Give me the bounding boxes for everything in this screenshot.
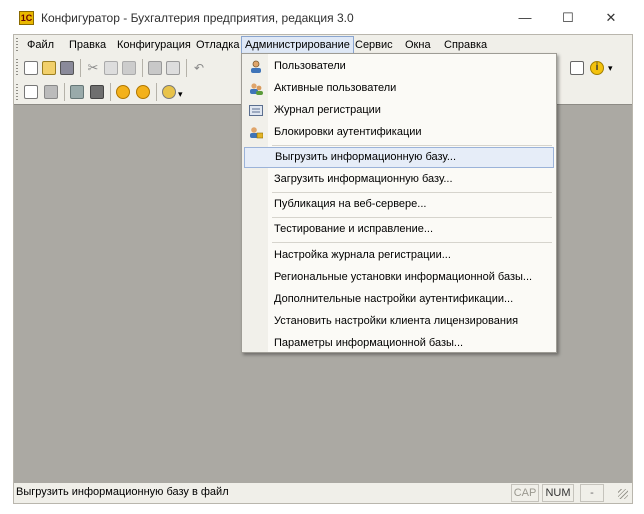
menu-item-users[interactable]: Пользователи (244, 56, 554, 77)
toolbar-separator (110, 83, 111, 101)
toolbar-separator (186, 59, 187, 77)
num-indicator: NUM (542, 484, 574, 502)
menubar-grip[interactable] (16, 38, 18, 52)
menu-item-export-infobase[interactable]: Выгрузить информационную базу... (244, 147, 554, 168)
menu-item-label: Настройка журнала регистрации... (274, 249, 451, 261)
menu-file[interactable]: Файл (24, 37, 57, 53)
new-file-icon[interactable] (24, 61, 38, 75)
menu-item-label: Установить настройки клиента лицензирова… (274, 315, 519, 327)
menu-item-infobase-parameters[interactable]: Параметры информационной базы... (244, 333, 554, 354)
menu-windows[interactable]: Окна (402, 37, 434, 53)
window-title: Конфигуратор - Бухгалтерия предприятия, … (41, 11, 354, 25)
save-icon[interactable] (60, 61, 74, 75)
menu-item-active-users[interactable]: Активные пользователи (244, 78, 554, 99)
menu-item-label: Дополнительные настройки аутентификации.… (274, 293, 514, 305)
resize-grip[interactable] (618, 489, 628, 499)
menu-item-import-infobase[interactable]: Загрузить информационную базу... (244, 169, 554, 190)
print-icon[interactable] (148, 61, 162, 75)
toolbar-overflow-icon[interactable]: ▾ (178, 89, 183, 100)
cut-icon[interactable]: ✂ (86, 61, 100, 75)
menu-file-label: Файл (27, 39, 55, 51)
start-debug-icon[interactable] (116, 85, 130, 99)
active-users-icon (249, 82, 263, 95)
toolbar-grip[interactable] (16, 84, 18, 101)
menu-item-label: Журнал регистрации (274, 104, 381, 116)
user-icon (249, 60, 263, 73)
menu-administration-label: Администрирование (245, 39, 350, 51)
menu-help-label: Справка (444, 39, 488, 51)
menu-administration[interactable]: Администрирование (241, 36, 354, 54)
toolbar-separator (156, 83, 157, 101)
maximize-button[interactable]: ☐ (553, 7, 583, 29)
menu-item-label: Выгрузить информационную базу... (275, 151, 456, 163)
menu-item-auth-locks[interactable]: Блокировки аутентификации (244, 122, 554, 143)
open-folder-icon[interactable] (42, 61, 56, 75)
update-db-icon[interactable] (70, 85, 84, 99)
menu-item-event-log[interactable]: Журнал регистрации (244, 100, 554, 121)
menu-debug[interactable]: Отладка (193, 37, 242, 53)
compare-icon[interactable] (90, 85, 104, 99)
app-1c-icon: 1С (19, 11, 34, 25)
open-configuration-icon[interactable] (24, 85, 38, 99)
close-button[interactable]: ✕ (596, 7, 626, 29)
menu-item-test-and-repair[interactable]: Тестирование и исправление... (244, 219, 554, 240)
info-icon[interactable]: i (590, 61, 604, 75)
menu-item-license-client-settings[interactable]: Установить настройки клиента лицензирова… (244, 311, 554, 332)
cap-indicator: CAP (511, 484, 539, 502)
menu-help[interactable]: Справка (441, 37, 490, 53)
paste-icon[interactable] (122, 61, 136, 75)
menu-item-label: Пользователи (274, 60, 346, 72)
toolbar-separator (142, 59, 143, 77)
log-icon (249, 104, 263, 117)
menu-item-label: Блокировки аутентификации (274, 126, 422, 138)
menu-item-auth-settings[interactable]: Дополнительные настройки аутентификации.… (244, 289, 554, 310)
run-options-icon[interactable] (162, 85, 176, 99)
toolbar-separator (64, 83, 65, 101)
status-dropdown[interactable]: - (580, 484, 604, 502)
toolbar-separator (80, 59, 81, 77)
menu-separator (272, 217, 552, 218)
copy-icon[interactable] (104, 61, 118, 75)
toolbar-overflow-icon[interactable]: ▾ (608, 63, 613, 74)
menu-item-label: Региональные установки информационной ба… (274, 271, 533, 283)
menu-separator (272, 192, 552, 193)
status-bar: Выгрузить информационную базу в файл CAP… (14, 483, 632, 503)
start-enterprise-icon[interactable] (136, 85, 150, 99)
lock-user-icon (249, 126, 264, 139)
menu-item-web-publish[interactable]: Публикация на веб-сервере... (244, 194, 554, 215)
status-text: Выгрузить информационную базу в файл (16, 486, 229, 498)
menu-item-label: Тестирование и исправление... (274, 223, 434, 235)
undo-icon[interactable]: ↶ (192, 61, 206, 75)
db-configuration-icon[interactable] (44, 85, 58, 99)
menu-item-label: Публикация на веб-сервере... (274, 198, 427, 210)
menu-edit-label: Правка (69, 39, 107, 51)
menu-bar: Файл Правка Конфигурация Отладка Админис… (14, 35, 632, 55)
menu-windows-label: Окна (405, 39, 431, 51)
menu-configuration[interactable]: Конфигурация (114, 37, 194, 53)
menu-debug-label: Отладка (196, 39, 240, 51)
title-bar: 1С Конфигуратор - Бухгалтерия предприяти… (0, 0, 644, 34)
administration-menu: Пользователи Активные пользователи Журна… (241, 53, 557, 353)
menu-item-log-settings[interactable]: Настройка журнала регистрации... (244, 245, 554, 266)
menu-separator (272, 145, 552, 146)
document-icon[interactable] (570, 61, 584, 75)
menu-item-label: Параметры информационной базы... (274, 337, 464, 349)
print-preview-icon[interactable] (166, 61, 180, 75)
menu-service[interactable]: Сервис (352, 37, 396, 53)
menu-item-label: Загрузить информационную базу... (274, 173, 453, 185)
minimize-button[interactable]: — (510, 7, 540, 29)
menu-configuration-label: Конфигурация (117, 39, 191, 51)
toolbar-grip[interactable] (16, 59, 18, 77)
menu-separator (272, 242, 552, 243)
menu-service-label: Сервис (355, 39, 393, 51)
menu-item-regional-settings[interactable]: Региональные установки информационной ба… (244, 267, 554, 288)
menu-edit[interactable]: Правка (66, 37, 109, 53)
menu-item-label: Активные пользователи (274, 82, 397, 94)
